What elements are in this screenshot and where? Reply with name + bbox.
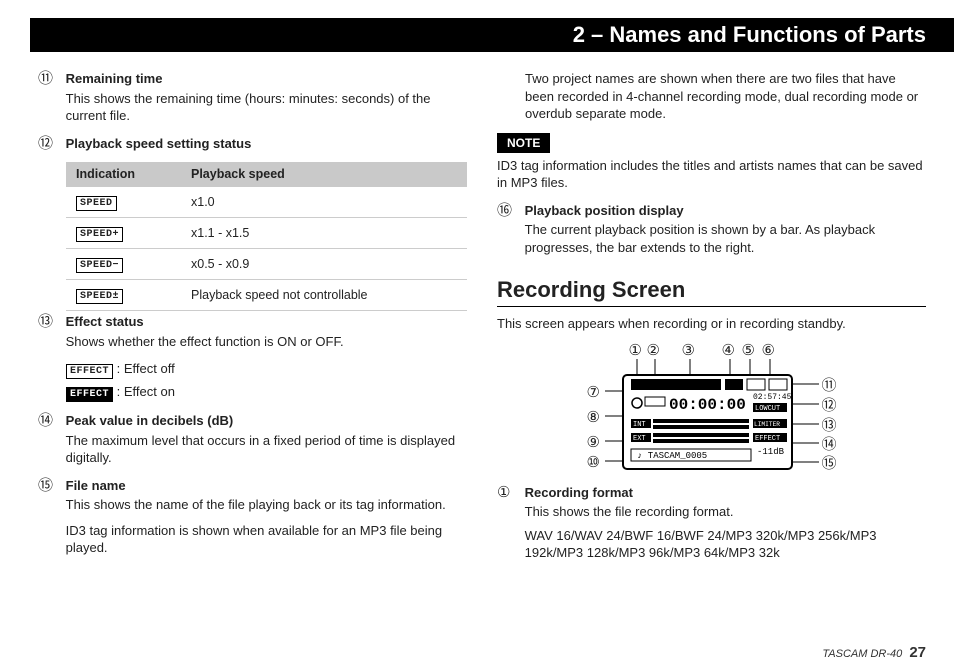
item-playback-position: ⑯ Playback position display The current …	[497, 202, 926, 257]
item-desc: Shows whether the effect function is ON …	[66, 333, 467, 351]
item-desc: This shows the name of the file playing …	[66, 496, 467, 514]
item-desc: This shows the remaining time (hours: mi…	[66, 90, 467, 125]
callout-right: ⑫	[822, 396, 837, 416]
svg-text:LOWCUT: LOWCUT	[755, 405, 780, 413]
item-title: File name	[66, 478, 126, 493]
left-column: ⑪ Remaining time This shows the remainin…	[38, 70, 467, 641]
callout-left: ⑧	[587, 408, 600, 428]
item-title: Playback position display	[525, 203, 684, 218]
callout-top: ⑤	[742, 341, 755, 361]
callout-right: ⑬	[822, 416, 837, 436]
schematic-svg: 00:00:00 02:57:45 LOWCUT INT LIMITER EXT	[557, 341, 867, 476]
callout-right: ⑪	[822, 376, 837, 396]
speed-minus-icon: SPEED	[76, 258, 123, 273]
manual-page: 2 – Names and Functions of Parts ⑪ Remai…	[0, 0, 954, 671]
svg-text:♪ TASCAM_0005: ♪ TASCAM_0005	[637, 451, 707, 461]
speed-table-wrap: Indication Playback speed SPEED x1.0 SPE…	[66, 162, 467, 311]
callout-right: ⑭	[822, 435, 837, 455]
section-heading: Recording Screen	[497, 275, 926, 308]
item-desc: The current playback position is shown b…	[525, 221, 926, 256]
continuation-text: Two project names are shown when there a…	[525, 70, 926, 123]
item-title: Remaining time	[66, 71, 163, 86]
callout-number: ⑭	[38, 413, 53, 428]
svg-text:-11dB: -11dB	[757, 447, 785, 457]
speed-value: x0.5 - x0.9	[181, 249, 467, 280]
item-peak-value: ⑭ Peak value in decibels (dB) The maximu…	[38, 412, 467, 467]
callout-left: ⑦	[587, 383, 600, 403]
item-title: Effect status	[66, 314, 144, 329]
effect-on-icon: EFFECT	[66, 387, 113, 402]
item-recording-format: ① Recording format This shows the file r…	[497, 484, 926, 562]
note-label: NOTE	[497, 133, 550, 153]
speed-icon: SPEED	[76, 196, 117, 211]
item-formats: WAV 16/WAV 24/BWF 16/BWF 24/MP3 320k/MP3…	[525, 527, 926, 562]
col-speed: Playback speed	[181, 162, 467, 187]
callout-left: ⑨	[587, 433, 600, 453]
speed-value: x1.1 - x1.5	[181, 218, 467, 249]
item-remaining-time: ⑪ Remaining time This shows the remainin…	[38, 70, 467, 125]
effect-legend: EFFECT : Effect off EFFECT : Effect on	[66, 360, 467, 402]
item-title: Playback speed setting status	[66, 136, 252, 151]
col-indication: Indication	[66, 162, 181, 187]
callout-number: ⑪	[38, 71, 53, 86]
speed-value: x1.0	[181, 187, 467, 218]
callout-number: ⑯	[497, 203, 512, 218]
callout-number: ①	[497, 485, 510, 500]
item-desc: The maximum level that occurs in a fixed…	[66, 432, 467, 467]
note-block: NOTE ID3 tag information includes the ti…	[497, 133, 926, 192]
svg-text:EXT: EXT	[633, 435, 646, 443]
svg-text:02:57:45: 02:57:45	[753, 393, 792, 402]
content-columns: ⑪ Remaining time This shows the remainin…	[38, 70, 926, 641]
speed-value: Playback speed not controllable	[181, 280, 467, 311]
svg-text:LIMITER: LIMITER	[754, 421, 780, 428]
speed-pm-icon: SPEED	[76, 289, 123, 304]
effect-off-icon: EFFECT	[66, 364, 113, 379]
item-file-name: ⑮ File name This shows the name of the f…	[38, 477, 467, 557]
svg-text:INT: INT	[633, 421, 646, 429]
effect-on-text: : Effect on	[117, 384, 175, 399]
recording-screen-figure: ① ② ③ ④ ⑤ ⑥ ⑦ ⑧ ⑨ ⑩ ⑪ ⑫ ⑬ ⑭ ⑮	[557, 341, 867, 476]
speed-table: Indication Playback speed SPEED x1.0 SPE…	[66, 162, 467, 311]
callout-number: ⑬	[38, 314, 53, 329]
callout-top: ④	[722, 341, 735, 361]
chapter-header: 2 – Names and Functions of Parts	[30, 18, 954, 52]
callout-right: ⑮	[822, 454, 837, 474]
callout-top: ③	[682, 341, 695, 361]
callout-number: ⑮	[38, 478, 53, 493]
page-footer: TASCAM DR-40 27	[822, 644, 926, 661]
table-row: SPEED x0.5 - x0.9	[66, 249, 467, 280]
callout-left: ⑩	[587, 453, 600, 473]
table-header-row: Indication Playback speed	[66, 162, 467, 187]
footer-page: 27	[909, 644, 926, 661]
svg-text:EFFECT: EFFECT	[755, 435, 780, 443]
section-intro: This screen appears when recording or in…	[497, 315, 926, 333]
speed-plus-icon: SPEED	[76, 227, 123, 242]
callout-number: ⑫	[38, 136, 53, 151]
item-playback-speed: ⑫ Playback speed setting status	[38, 135, 467, 153]
item-title: Peak value in decibels (dB)	[66, 413, 234, 428]
note-text: ID3 tag information includes the titles …	[497, 157, 926, 192]
table-row: SPEED Playback speed not controllable	[66, 280, 467, 311]
svg-text:00:00:00: 00:00:00	[669, 396, 746, 414]
chapter-title: 2 – Names and Functions of Parts	[573, 22, 926, 48]
item-title: Recording format	[525, 485, 633, 500]
table-row: SPEED x1.1 - x1.5	[66, 218, 467, 249]
effect-off-text: : Effect off	[117, 361, 175, 376]
item-effect-status: ⑬ Effect status Shows whether the effect…	[38, 313, 467, 350]
footer-model: TASCAM DR-40	[822, 648, 902, 660]
item-desc: This shows the file recording format.	[525, 503, 926, 521]
callout-top: ②	[647, 341, 660, 361]
item-extra: ID3 tag information is shown when availa…	[66, 522, 467, 557]
callout-top: ⑥	[762, 341, 775, 361]
right-column: Two project names are shown when there a…	[497, 70, 926, 641]
callout-top: ①	[629, 341, 642, 361]
table-row: SPEED x1.0	[66, 187, 467, 218]
